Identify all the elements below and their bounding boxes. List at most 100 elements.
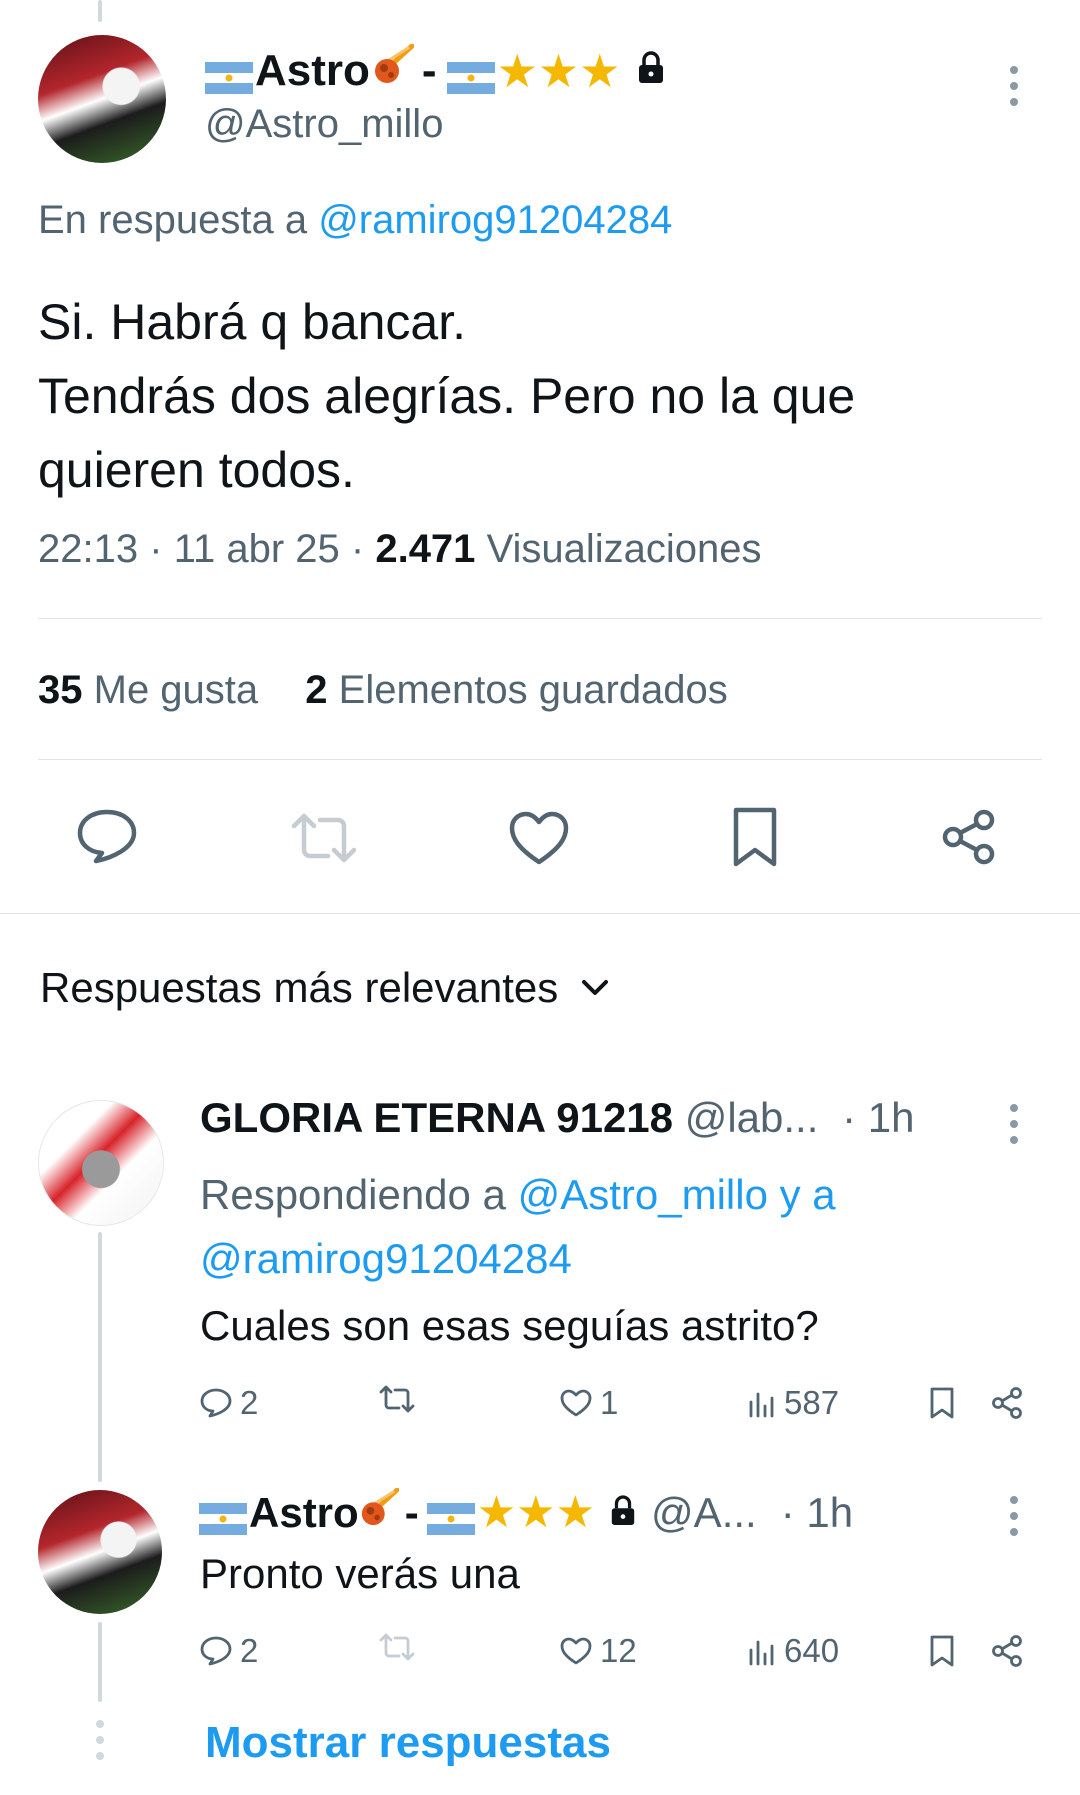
author-handle[interactable]: @A... xyxy=(651,1489,757,1537)
views-label: Visualizaciones xyxy=(486,527,762,571)
divider xyxy=(0,913,1080,914)
share-icon[interactable] xyxy=(990,1386,1024,1420)
reply-to-handle[interactable]: @ramirog91204284 xyxy=(318,198,672,242)
replying-context: Respondiendo a @Astro_millo y a @ramirog… xyxy=(200,1163,836,1291)
avatar[interactable] xyxy=(38,35,166,163)
like-count: 1 xyxy=(600,1384,619,1421)
display-name[interactable]: Astro xyxy=(249,1489,359,1537)
share-icon[interactable] xyxy=(940,808,998,866)
argentina-flag-icon xyxy=(199,1497,247,1535)
reply-header: GLORIA ETERNA 91218 @lab... · 1h xyxy=(200,1094,914,1142)
star-icon: ★ xyxy=(579,44,621,97)
reply-context: En respuesta a @ramirog91204284 xyxy=(38,198,672,243)
argentina-flag-icon xyxy=(426,1497,475,1535)
replying-handle[interactable]: @ramirog91204284 xyxy=(200,1235,572,1282)
divider xyxy=(38,759,1042,760)
bookmark-icon[interactable] xyxy=(730,806,780,868)
like-icon xyxy=(560,1388,592,1418)
views-count: 2.471 xyxy=(375,527,476,571)
star-icon: ★ xyxy=(476,1488,517,1537)
replying-handles[interactable]: @Astro_millo y a xyxy=(518,1171,836,1218)
author-handle[interactable]: @lab... xyxy=(685,1094,819,1141)
meteor-emoji-icon xyxy=(372,43,415,97)
reply-header: Astro - ★ ★ ★ @A... · 1h xyxy=(197,1487,853,1538)
likes-label: Me gusta xyxy=(93,668,259,712)
like-action[interactable]: 1 xyxy=(560,1384,618,1422)
likes-count: 35 xyxy=(38,668,83,712)
author-handle[interactable]: @Astro_millo xyxy=(205,102,443,147)
lock-icon xyxy=(636,46,666,96)
reply-icon xyxy=(200,1636,232,1666)
lock-icon xyxy=(609,1489,637,1537)
reply-action[interactable]: 2 xyxy=(200,1384,258,1422)
like-icon xyxy=(560,1636,592,1666)
star-icon: ★ xyxy=(516,1488,556,1537)
chevron-down-icon xyxy=(580,978,610,998)
more-options-icon[interactable] xyxy=(1004,1494,1024,1538)
thread-line xyxy=(98,1622,102,1702)
bookmark-icon[interactable] xyxy=(928,1386,956,1420)
likes-stat[interactable]: 35 Me gusta xyxy=(38,668,269,712)
replies-sort-label: Respuestas más relevantes xyxy=(40,964,559,1011)
like-icon[interactable] xyxy=(508,810,570,866)
thread-line xyxy=(98,1232,102,1482)
main-author-name[interactable]: Astro - ★ ★ ★ xyxy=(203,43,666,97)
display-name[interactable]: GLORIA ETERNA 91218 xyxy=(200,1094,673,1141)
retweet-action[interactable] xyxy=(378,1384,416,1414)
tweet-date[interactable]: 11 abr 25 xyxy=(174,527,340,571)
retweet-icon[interactable] xyxy=(288,812,360,864)
more-options-icon[interactable] xyxy=(1004,1102,1024,1146)
display-name: Astro xyxy=(255,45,370,95)
views-icon xyxy=(748,1636,776,1666)
divider xyxy=(38,618,1042,619)
tweet-time[interactable]: 22:13 xyxy=(38,527,138,571)
reply-time[interactable]: · 1h xyxy=(842,1094,914,1141)
reply-text: Pronto verás una xyxy=(200,1550,520,1597)
views-action[interactable]: 587 xyxy=(748,1384,839,1422)
retweet-icon xyxy=(378,1632,416,1662)
tweet-text: Si. Habrá q bancar. Tendrás dos alegrías… xyxy=(38,285,855,507)
like-action[interactable]: 12 xyxy=(560,1632,637,1670)
share-icon[interactable] xyxy=(990,1634,1024,1668)
tweet-text-line: quieren todos. xyxy=(38,442,355,498)
name-separator: - xyxy=(404,1489,419,1536)
meta-dot: · xyxy=(149,527,163,571)
bookmarks-count: 2 xyxy=(305,668,328,712)
avatar[interactable] xyxy=(38,1100,164,1226)
engagement-stats: 35 Me gusta 2 Elementos guardados xyxy=(38,668,728,713)
reply-to-label: En respuesta a xyxy=(38,198,308,242)
argentina-flag-icon xyxy=(446,55,495,94)
views-count: 640 xyxy=(784,1632,840,1669)
views-action[interactable]: 640 xyxy=(748,1632,839,1670)
thread-line-top xyxy=(98,0,102,22)
more-options-icon[interactable] xyxy=(1004,64,1024,108)
like-count: 12 xyxy=(600,1632,637,1669)
bookmarks-label: Elementos guardados xyxy=(338,668,728,712)
thread-dots-icon xyxy=(92,1718,108,1762)
reply-count: 2 xyxy=(240,1384,259,1421)
meta-dot: · xyxy=(350,527,365,571)
name-separator: - xyxy=(421,45,437,95)
bookmarks-stat[interactable]: 2 Elementos guardados xyxy=(305,668,728,712)
views-icon xyxy=(748,1388,776,1418)
bookmark-icon[interactable] xyxy=(928,1634,956,1668)
star-icon: ★ xyxy=(537,44,580,97)
tweet-text-line: Tendrás dos alegrías. Pero no la que xyxy=(38,368,856,424)
reply-action[interactable]: 2 xyxy=(200,1632,258,1670)
replies-sort-dropdown[interactable]: Respuestas más relevantes xyxy=(40,964,610,1012)
reply-time[interactable]: · 1h xyxy=(781,1489,853,1537)
tweet-text-line: Si. Habrá q bancar. xyxy=(38,294,467,350)
show-replies-link[interactable]: Mostrar respuestas xyxy=(205,1718,611,1768)
retweet-icon xyxy=(378,1384,416,1414)
reply-text: Cuales son esas seguías astrito? xyxy=(200,1302,819,1349)
star-icon: ★ xyxy=(496,44,538,97)
replying-label: Respondiendo a xyxy=(200,1171,506,1218)
argentina-flag-icon xyxy=(205,55,253,94)
retweet-action[interactable] xyxy=(378,1632,416,1662)
reply-icon[interactable] xyxy=(76,808,138,864)
views-count: 587 xyxy=(784,1384,840,1421)
reply-icon xyxy=(200,1388,232,1418)
tweet-meta: 22:13 · 11 abr 25 · 2.471 Visualizacione… xyxy=(38,527,762,572)
star-icon: ★ xyxy=(555,1488,596,1537)
avatar[interactable] xyxy=(38,1490,162,1614)
